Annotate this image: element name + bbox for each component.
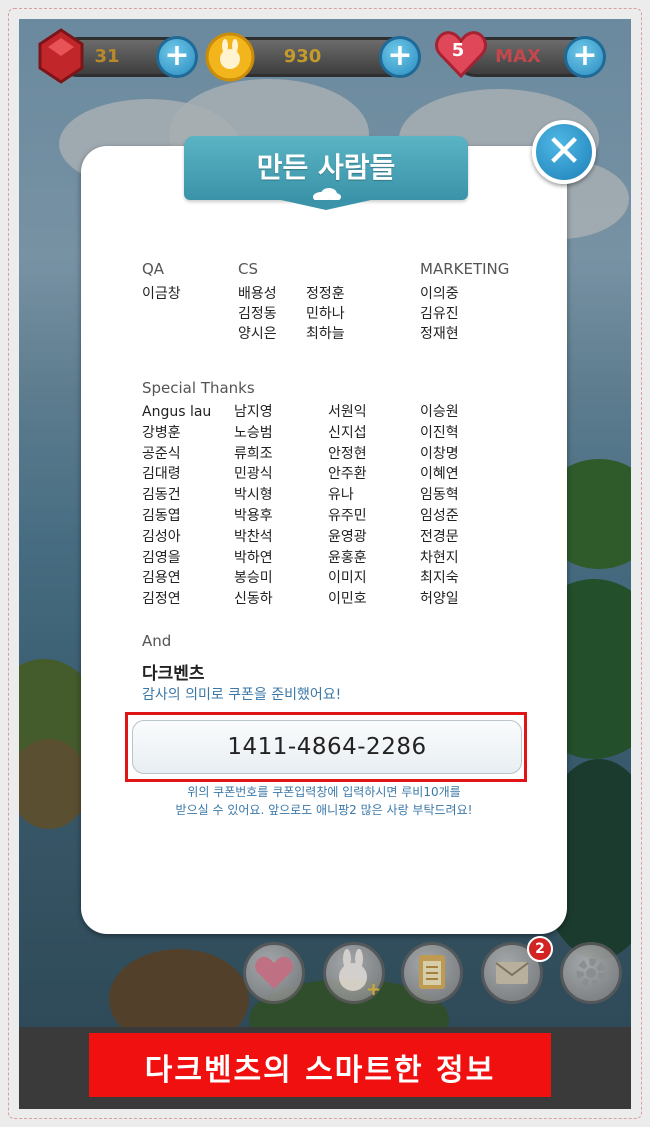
credit-name: 박용후 <box>234 508 273 524</box>
credit-name: 차현지 <box>420 549 459 566</box>
dialog-title: 만든 사람들 <box>256 151 396 184</box>
credit-name: 김영을 <box>142 549 181 566</box>
special-thanks-heading: Special Thanks <box>142 379 255 397</box>
credit-name: 유주민 <box>328 508 367 524</box>
coupon-code-field[interactable]: 1411-4864-2286 <box>132 720 522 774</box>
credit-name: 남지영 <box>234 404 273 420</box>
company-name: 다크벤츠 <box>142 664 205 684</box>
ruby-icon <box>38 28 84 84</box>
credit-name: 김유진 <box>420 306 459 322</box>
credit-name: 임동혁 <box>420 487 459 504</box>
add-hearts-button[interactable]: + <box>564 36 606 78</box>
coupon-highlight: 1411-4864-2286 <box>125 712 527 782</box>
credit-name: 김동엽 <box>142 508 181 524</box>
qa-heading: QA <box>142 260 165 278</box>
heart-send-icon <box>255 956 293 989</box>
mail-count-badge: 2 <box>527 936 553 962</box>
credit-name: 안주환 <box>328 466 367 483</box>
coupon-note-line-1: 위의 쿠폰번호를 쿠폰입력창에 입력하시면 루비10개를 <box>187 785 461 799</box>
settings-button[interactable] <box>560 942 622 1004</box>
footer-banner: 다크벤츠의 스마트한 정보 <box>89 1033 551 1097</box>
heart-icon: 5 <box>435 30 487 79</box>
credit-name: 김정연 <box>142 591 181 608</box>
credit-name: 이혜연 <box>420 466 459 483</box>
credit-name: 정재현 <box>420 326 459 342</box>
credit-name: 이의중 <box>420 286 459 302</box>
credit-name: 민하나 <box>306 306 345 322</box>
footer-banner-text: 다크벤츠의 스마트한 정보 <box>144 1053 496 1088</box>
credit-name: 봉승미 <box>234 570 273 587</box>
close-button[interactable]: ✕ <box>532 120 596 184</box>
credit-name: 박시형 <box>234 487 273 504</box>
svg-text:+: + <box>366 979 381 1000</box>
clipboard-icon <box>419 955 445 989</box>
credit-name: 전경문 <box>420 528 459 545</box>
cloud-icon <box>313 188 341 202</box>
credit-name: 강병훈 <box>142 424 181 441</box>
credit-name: 최하늘 <box>306 326 345 342</box>
credit-name: 류희조 <box>234 445 273 462</box>
credit-name: 최지숙 <box>420 570 459 587</box>
credit-name: 양시은 <box>238 326 277 342</box>
close-icon: ✕ <box>545 126 583 177</box>
credit-name: 이승원 <box>420 404 459 420</box>
credit-name: 윤영광 <box>328 528 367 545</box>
thanks-message: 감사의 의미로 쿠폰을 준비했어요! <box>142 687 342 703</box>
credit-name: 김용연 <box>142 570 181 587</box>
credit-name: 서원익 <box>328 404 367 420</box>
credit-name: 노승범 <box>234 424 273 441</box>
credit-name: 임성준 <box>420 508 459 524</box>
credit-name: 공준식 <box>142 445 181 462</box>
credits-dialog: 만든 사람들 QA 이금창 CS 배용성김정동양시은 정정훈민하나최하늘 MAR… <box>81 136 567 934</box>
credit-name: 신동하 <box>234 591 273 608</box>
coin-icon <box>205 32 255 82</box>
and-heading: And <box>142 632 172 650</box>
add-ruby-button[interactable]: + <box>156 36 198 78</box>
credit-name: 이금창 <box>142 286 181 302</box>
credit-name: 김정동 <box>238 306 277 322</box>
mission-button[interactable] <box>401 942 463 1004</box>
credit-name: 김성아 <box>142 528 181 545</box>
credit-name: 신지섭 <box>328 424 367 441</box>
invite-friend-button[interactable]: + <box>323 942 385 1004</box>
title-ribbon: 만든 사람들 <box>184 136 468 210</box>
credit-name: 민광식 <box>234 466 273 483</box>
heart-max-label: MAX <box>495 46 541 67</box>
credit-name: 이창명 <box>420 445 459 462</box>
credit-name: 안정현 <box>328 445 367 462</box>
credit-name: Angus lau <box>142 404 212 420</box>
credit-name: 배용성 <box>238 286 277 302</box>
credit-name: 이민호 <box>328 591 367 608</box>
credit-name: 이미지 <box>328 570 367 587</box>
credit-name: 이진혁 <box>420 424 459 441</box>
coupon-note-line-2: 받으실 수 있어요. 앞으로도 애니팡2 많은 사랑 부탁드려요! <box>175 803 473 817</box>
credit-name: 허양일 <box>420 591 459 608</box>
credit-name: 유나 <box>328 487 354 504</box>
send-heart-button[interactable] <box>243 942 305 1004</box>
rabbit-add-icon: + <box>339 949 381 1000</box>
marketing-heading: MARKETING <box>420 260 510 278</box>
gear-icon <box>576 958 606 988</box>
credit-name: 박찬석 <box>234 528 273 545</box>
credit-name: 정정훈 <box>306 286 345 302</box>
credit-name: 김동건 <box>142 487 181 504</box>
heart-count: 5 <box>451 40 465 61</box>
credit-name: 박하연 <box>234 549 273 566</box>
credit-name: 김대령 <box>142 466 181 483</box>
cs-heading: CS <box>238 260 258 278</box>
add-coins-button[interactable]: + <box>379 36 421 78</box>
credit-name: 윤홍훈 <box>328 549 367 566</box>
